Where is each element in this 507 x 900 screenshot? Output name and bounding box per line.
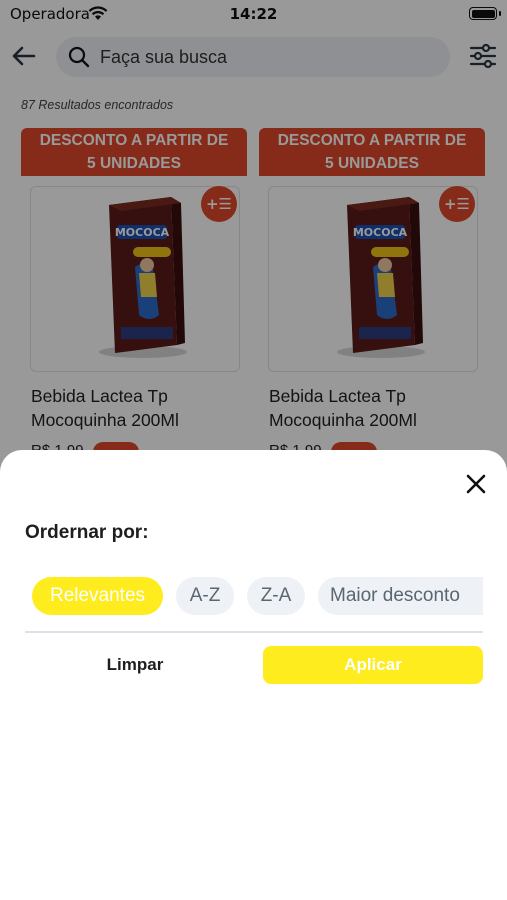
sort-bottom-sheet: Ordernar por: Relevantes A-Z Z-A Maior d… — [0, 450, 507, 900]
sort-title: Ordernar por: — [25, 522, 149, 543]
sort-option-z-a[interactable]: Z-A — [247, 577, 305, 615]
clear-button[interactable]: Limpar — [25, 646, 245, 684]
sort-option-relevantes[interactable]: Relevantes — [32, 577, 163, 615]
close-icon[interactable] — [462, 470, 490, 498]
apply-button[interactable]: Aplicar — [263, 646, 483, 684]
sort-option-a-z[interactable]: A-Z — [176, 577, 234, 615]
sort-option-maior-desconto[interactable]: Maior desconto — [318, 577, 483, 615]
divider — [25, 631, 483, 633]
sort-options: Relevantes A-Z Z-A Maior desconto — [25, 569, 483, 617]
